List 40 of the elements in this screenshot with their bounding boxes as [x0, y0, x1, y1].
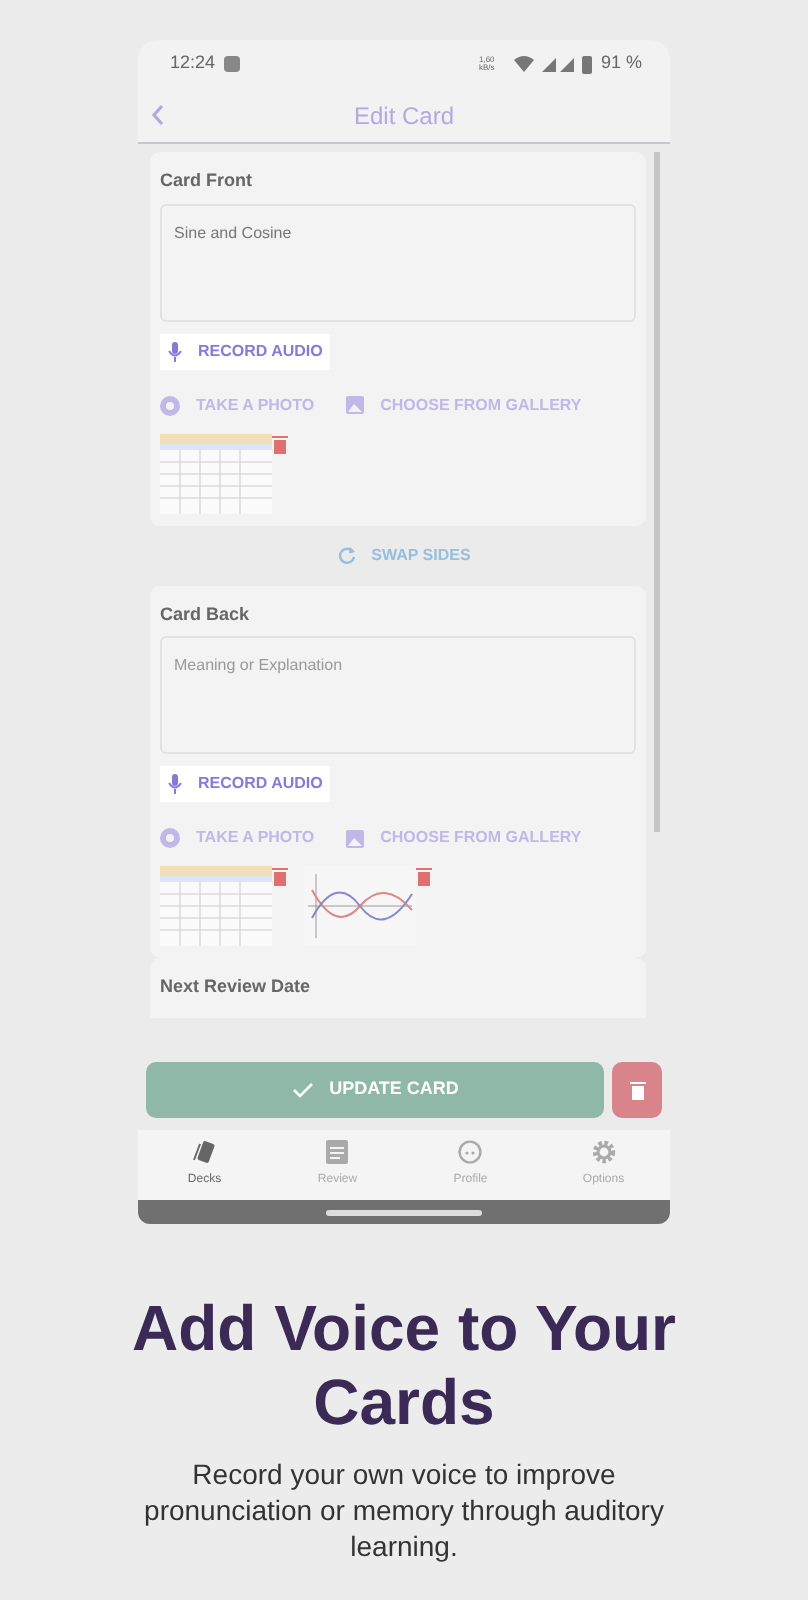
- cards-icon: [192, 1140, 217, 1164]
- image-icon: [346, 829, 365, 847]
- trash-icon[interactable]: [416, 866, 432, 886]
- settings-icon: [591, 1140, 616, 1164]
- trash-icon: [629, 1080, 645, 1100]
- text-field[interactable]: Sine and Cosine: [160, 203, 636, 321]
- gallery-button[interactable]: CHOOSE FROM GALLERY: [346, 393, 582, 417]
- update-card-button[interactable]: UPDATE CARD: [146, 1062, 604, 1118]
- take-photo-button[interactable]: TAKE A PHOTO: [160, 826, 315, 850]
- field-label: Card Back: [160, 601, 252, 627]
- check-icon: [291, 1082, 314, 1098]
- take-photo-button[interactable]: TAKE A PHOTO: [160, 393, 315, 417]
- document-icon: [326, 1140, 349, 1164]
- status-time: 12:24: [170, 50, 216, 77]
- notification-icon: [223, 56, 240, 72]
- subtitle: Record your own voice to improve pronunciation or memory through auditory learning.: [142, 1455, 666, 1565]
- signal-icon: [542, 56, 575, 72]
- gallery-button[interactable]: CHOOSE FROM GALLERY: [346, 826, 582, 850]
- back-icon[interactable]: [150, 104, 166, 126]
- trash-icon[interactable]: [272, 433, 288, 453]
- swap-sides-button[interactable]: SWAP SIDES: [337, 525, 471, 585]
- record-audio-button[interactable]: RECORD AUDIO: [160, 766, 331, 802]
- camera-aperture-icon: [160, 395, 180, 415]
- microphone-icon: [168, 341, 182, 361]
- image-icon: [346, 396, 365, 414]
- refresh-icon: [337, 546, 356, 564]
- headline: Add Voice to Your Cards: [129, 1292, 678, 1440]
- microphone-icon: [168, 774, 182, 794]
- delete-button[interactable]: [612, 1062, 662, 1118]
- battery-icon: [582, 55, 593, 73]
- trash-icon[interactable]: [272, 866, 288, 886]
- wifi-icon: [514, 56, 535, 72]
- field-label: Card Front: [160, 168, 254, 194]
- face-icon: [458, 1140, 483, 1164]
- camera-aperture-icon: [160, 828, 180, 848]
- field-label: Next Review Date: [160, 974, 313, 1000]
- battery-percent: 91 %: [600, 50, 642, 77]
- text-field[interactable]: Meaning or Explanation: [160, 636, 636, 754]
- record-audio-button[interactable]: RECORD AUDIO: [160, 333, 331, 369]
- screen-title: Edit Card: [353, 99, 455, 133]
